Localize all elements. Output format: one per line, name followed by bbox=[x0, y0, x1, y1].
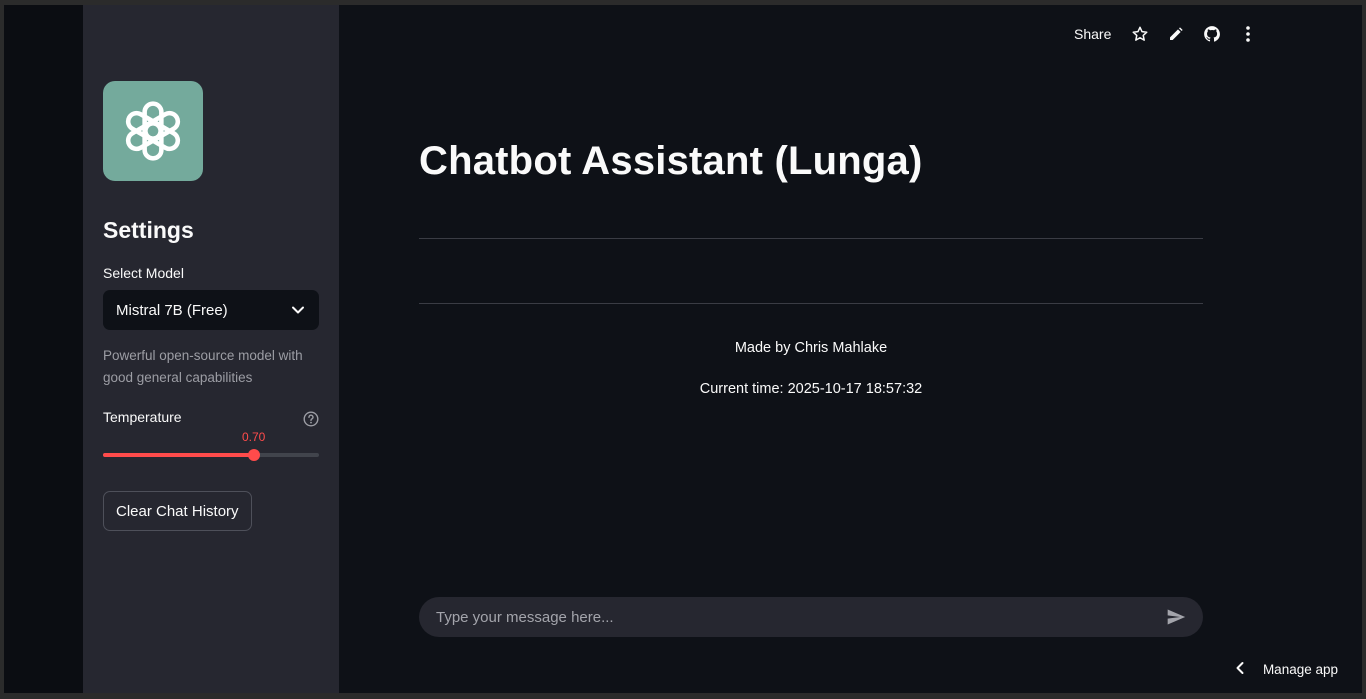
chevron-down-icon bbox=[291, 303, 305, 321]
model-description: Powerful open-source model with good gen… bbox=[103, 348, 303, 385]
made-by-text: Made by Chris Mahlake bbox=[734, 340, 888, 356]
chevron-left-icon bbox=[1235, 661, 1245, 678]
select-model-label: Select Model bbox=[103, 265, 184, 281]
openai-logo-icon bbox=[103, 81, 203, 181]
current-time-text: Current time: 2025-10-17 18:57:32 bbox=[699, 381, 923, 397]
github-icon[interactable] bbox=[1203, 25, 1221, 43]
settings-heading: Settings bbox=[103, 217, 194, 243]
left-gutter bbox=[4, 5, 83, 693]
divider bbox=[419, 303, 1203, 304]
temperature-label: Temperature bbox=[103, 409, 182, 425]
divider bbox=[419, 238, 1203, 239]
temperature-slider[interactable] bbox=[103, 449, 319, 461]
model-select[interactable]: Mistral 7B (Free) bbox=[103, 290, 319, 330]
page-title: Chatbot Assistant (Lunga) bbox=[419, 139, 923, 183]
top-toolbar: Share bbox=[1074, 23, 1275, 45]
star-icon[interactable] bbox=[1131, 25, 1149, 43]
temperature-value: 0.70 bbox=[242, 430, 266, 444]
manage-app-label: Manage app bbox=[1262, 662, 1338, 677]
send-icon[interactable] bbox=[1166, 607, 1186, 627]
app-window: Settings Select Model Mistral 7B (Free) … bbox=[4, 5, 1362, 693]
share-button[interactable]: Share bbox=[1074, 26, 1111, 42]
edit-icon[interactable] bbox=[1167, 25, 1185, 43]
more-vertical-icon[interactable] bbox=[1239, 25, 1257, 43]
chat-input-bar bbox=[419, 597, 1203, 637]
help-icon[interactable] bbox=[303, 411, 319, 427]
temperature-slider-fill bbox=[103, 453, 255, 457]
model-select-value: Mistral 7B (Free) bbox=[116, 301, 228, 319]
sidebar: Settings Select Model Mistral 7B (Free) … bbox=[83, 5, 339, 693]
clear-chat-history-button[interactable]: Clear Chat History bbox=[103, 491, 252, 531]
temperature-slider-thumb[interactable] bbox=[248, 449, 261, 461]
chat-input[interactable] bbox=[436, 608, 1166, 626]
manage-app-button[interactable]: Manage app bbox=[1235, 661, 1338, 678]
